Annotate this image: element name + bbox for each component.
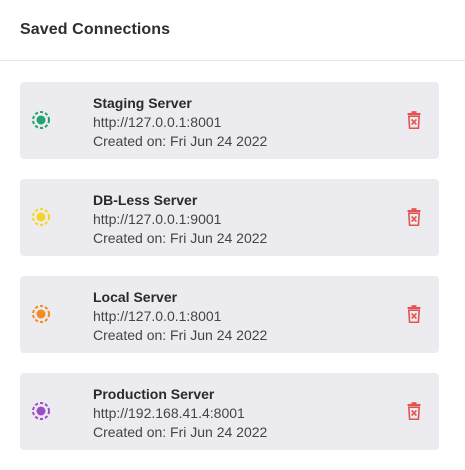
connections-list: Staging Server http://127.0.0.1:8001 Cre… <box>20 82 439 470</box>
connection-card[interactable]: Local Server http://127.0.0.1:8001 Creat… <box>20 276 439 353</box>
delete-connection-button[interactable] <box>404 207 424 227</box>
connection-url: http://192.168.41.4:8001 <box>93 405 245 421</box>
connection-name: DB-Less Server <box>93 192 198 208</box>
connection-created-date: Created on: Fri Jun 24 2022 <box>93 133 268 149</box>
trash-icon <box>407 111 421 129</box>
connection-url: http://127.0.0.1:8001 <box>93 114 222 130</box>
connection-card[interactable]: Production Server http://192.168.41.4:80… <box>20 373 439 450</box>
page-header: Saved Connections <box>0 0 465 61</box>
trash-icon <box>407 305 421 323</box>
delete-connection-button[interactable] <box>404 110 424 130</box>
connection-status-icon <box>31 207 51 227</box>
connection-status-icon <box>31 401 51 421</box>
connection-url: http://127.0.0.1:8001 <box>93 308 222 324</box>
delete-connection-button[interactable] <box>404 304 424 324</box>
connection-status-icon <box>31 110 51 130</box>
connection-url: http://127.0.0.1:9001 <box>93 211 222 227</box>
connection-name: Local Server <box>93 289 178 305</box>
connection-created-date: Created on: Fri Jun 24 2022 <box>93 230 268 246</box>
page-title: Saved Connections <box>20 21 171 38</box>
connection-status-icon <box>31 304 51 324</box>
connection-created-date: Created on: Fri Jun 24 2022 <box>93 327 268 343</box>
connection-created-date: Created on: Fri Jun 24 2022 <box>93 424 268 440</box>
trash-icon <box>407 208 421 226</box>
connection-card[interactable]: Staging Server http://127.0.0.1:8001 Cre… <box>20 82 439 159</box>
delete-connection-button[interactable] <box>404 401 424 421</box>
trash-icon <box>407 402 421 420</box>
connection-name: Staging Server <box>93 95 192 111</box>
connection-name: Production Server <box>93 386 215 402</box>
connection-card[interactable]: DB-Less Server http://127.0.0.1:9001 Cre… <box>20 179 439 256</box>
